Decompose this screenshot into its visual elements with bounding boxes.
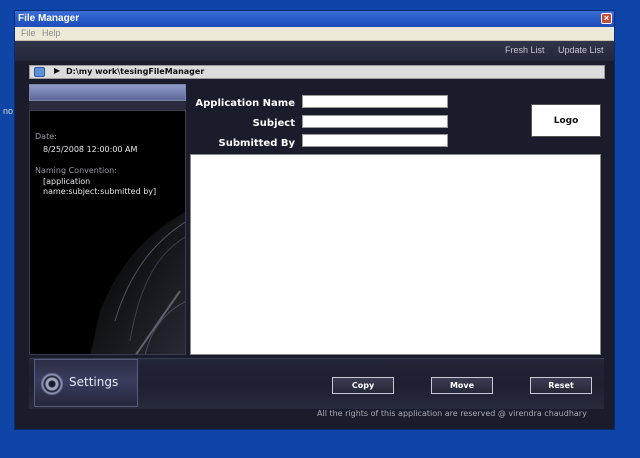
- logo-label: Logo: [553, 115, 579, 126]
- settings-button[interactable]: Settings: [34, 359, 138, 407]
- title-bar[interactable]: File Manager ×: [15, 11, 614, 27]
- window-title: File Manager: [18, 13, 80, 24]
- folder-refresh-icon[interactable]: [34, 67, 45, 77]
- date-label: Date:: [35, 132, 57, 141]
- settings-gear-icon: [41, 373, 63, 395]
- update-list-link[interactable]: Update List: [558, 45, 604, 55]
- current-path: D:\my work\tesingFileManager: [66, 67, 205, 76]
- submitted-by-input[interactable]: [302, 134, 448, 147]
- left-panel-header: [29, 84, 186, 101]
- copy-button[interactable]: Copy: [332, 377, 394, 394]
- path-arrow-icon: ▶: [54, 66, 61, 75]
- menu-bar: File Help: [15, 27, 614, 41]
- settings-label: Settings: [69, 375, 119, 389]
- close-button[interactable]: ×: [601, 13, 612, 24]
- subject-input[interactable]: [302, 115, 448, 128]
- move-button[interactable]: Move: [431, 377, 493, 394]
- naming-convention-value: [application name:subject:submitted by]: [43, 177, 157, 196]
- menu-help[interactable]: Help: [42, 28, 61, 38]
- submitted-by-label: Submitted By: [218, 138, 295, 149]
- fresh-list-link[interactable]: Fresh List: [505, 45, 545, 55]
- path-bar: ▶ D:\my work\tesingFileManager: [29, 65, 605, 79]
- header-bar: Fresh List Update List: [15, 41, 614, 61]
- application-name-input[interactable]: [302, 95, 448, 108]
- desktop-text: no: [3, 106, 14, 116]
- application-name-label: Application Name: [195, 98, 295, 109]
- file-manager-window: File Manager × File Help Fresh List Upda…: [14, 10, 615, 430]
- subject-label: Subject: [252, 118, 295, 129]
- naming-convention-label: Naming Convention:: [35, 166, 117, 175]
- file-list-area[interactable]: [190, 154, 601, 355]
- logo-box: Logo: [531, 104, 601, 137]
- menu-file[interactable]: File: [21, 28, 36, 38]
- reset-button[interactable]: Reset: [530, 377, 592, 394]
- footer-copyright: All the rights of this application are r…: [317, 409, 587, 418]
- info-panel: Date: 8/25/2008 12:00:00 AM Naming Conve…: [29, 110, 186, 355]
- left-panel-band: [29, 101, 186, 110]
- date-value: 8/25/2008 12:00:00 AM: [43, 145, 138, 154]
